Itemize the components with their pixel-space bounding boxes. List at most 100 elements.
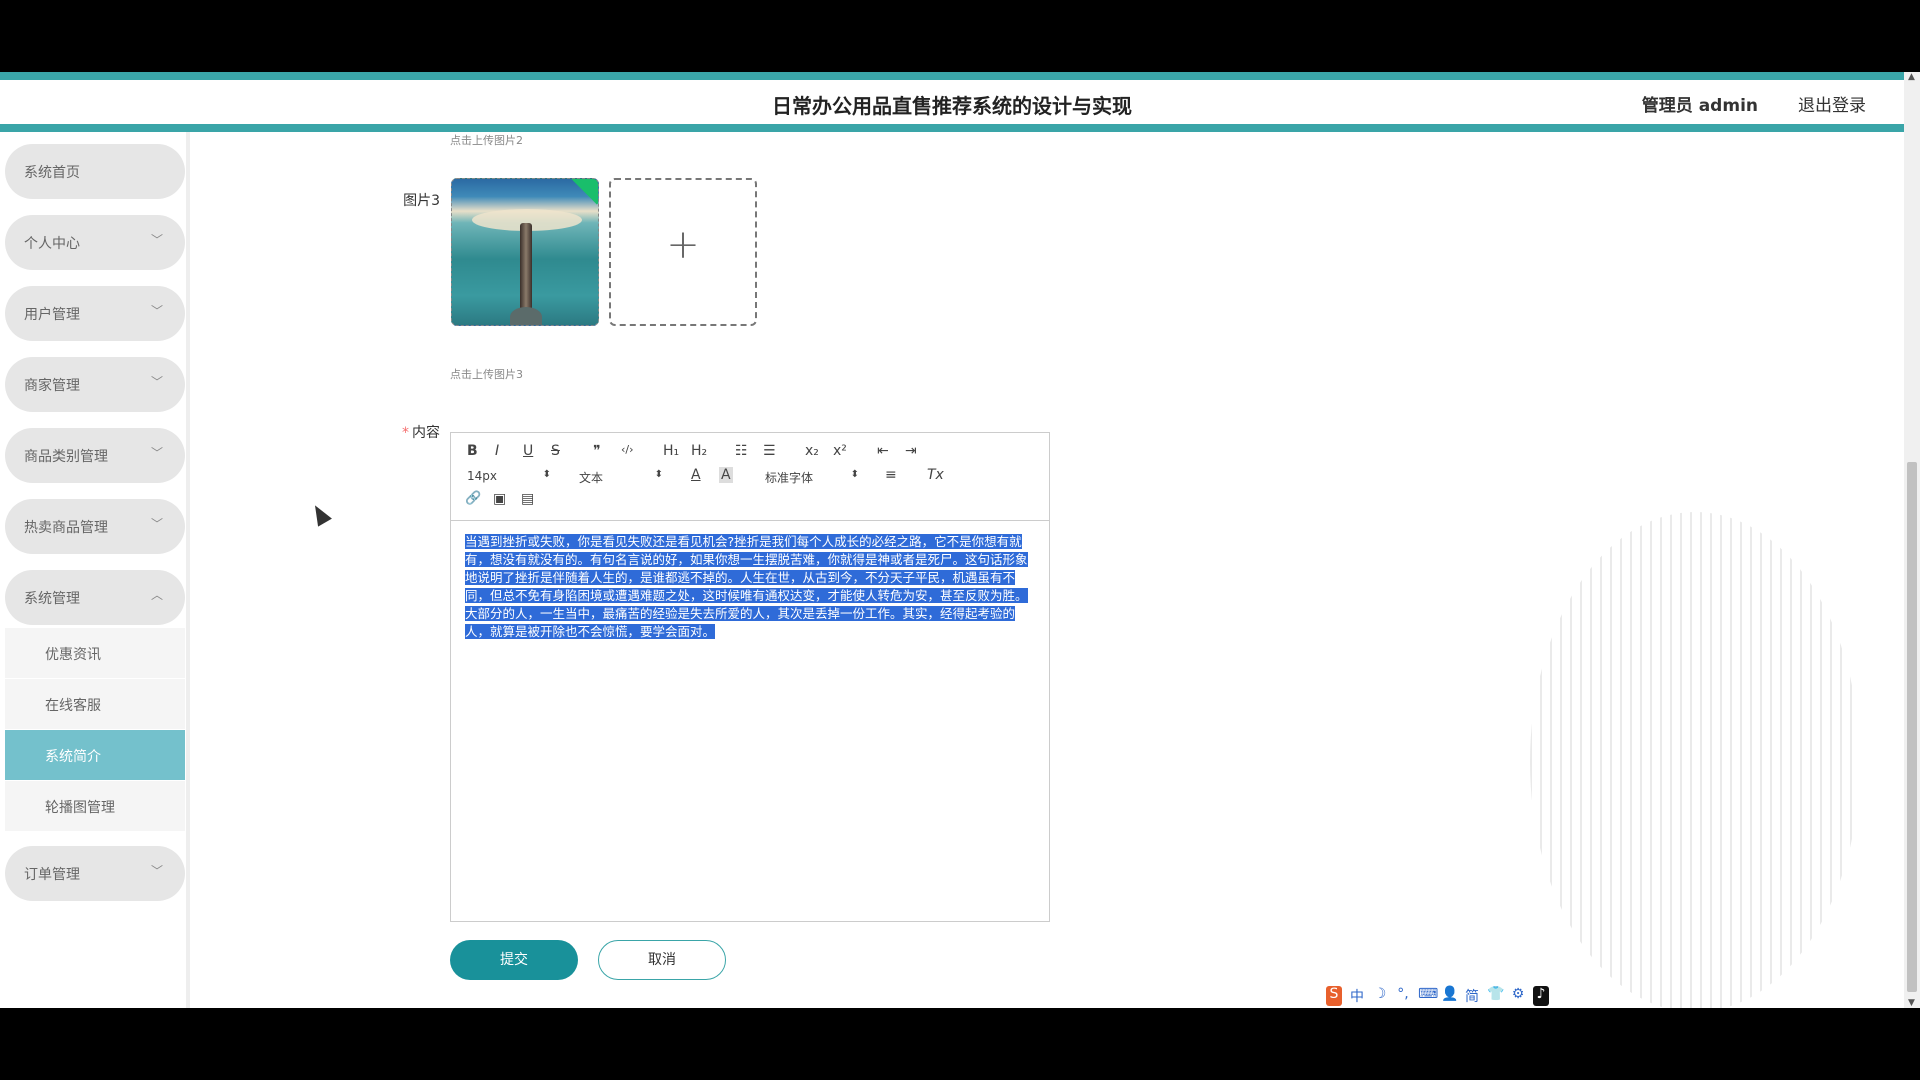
content-label: * 内容 xyxy=(380,422,440,442)
required-mark: * xyxy=(402,425,409,441)
italic-button[interactable]: I xyxy=(495,443,499,459)
app-screen: 日常办公用品直售推荐系统的设计与实现 管理员 admin 退出登录 系统首页 个… xyxy=(0,72,1920,1008)
chevron-down-icon: ﹀ xyxy=(150,375,163,389)
chevron-down-icon: ﹀ xyxy=(150,446,163,460)
decorative-striped-circle xyxy=(1530,512,1860,1008)
sidebar-item-label: 系统管理 xyxy=(24,591,80,607)
chevron-down-icon: ﹀ xyxy=(150,517,163,531)
uploaded-image-thumbnail[interactable] xyxy=(451,178,599,326)
cancel-button[interactable]: 取消 xyxy=(598,940,726,980)
ime-settings-icon[interactable]: ⚙ xyxy=(1510,986,1526,1006)
ime-tiktok-icon[interactable]: ♪ xyxy=(1533,986,1549,1006)
submenu-item-label: 轮播图管理 xyxy=(45,800,115,816)
ime-user-icon[interactable]: 👤 xyxy=(1441,986,1458,1006)
chevron-up-icon: ︿ xyxy=(150,588,163,602)
submenu-item-label: 在线客服 xyxy=(45,698,101,714)
clear-format-icon[interactable]: Tx xyxy=(927,467,944,483)
header-value: 文本 xyxy=(579,471,604,485)
sidebar-item-category-management[interactable]: 商品类别管理 ﹀ xyxy=(5,428,185,483)
select-arrow-icon: ⬍ xyxy=(654,469,663,480)
submenu-item-system-intro[interactable]: 系统简介 xyxy=(5,730,185,780)
ime-logo-icon[interactable]: S xyxy=(1326,986,1342,1006)
sidebar: 系统首页 个人中心 ﹀ 用户管理 ﹀ 商家管理 ﹀ 商品类别管理 ﹀ 热卖商品管… xyxy=(0,132,190,1008)
bold-button[interactable]: B xyxy=(467,443,478,459)
ordered-list-icon[interactable]: ☷ xyxy=(735,443,748,459)
plus-icon: + xyxy=(666,222,700,268)
sidebar-item-label: 用户管理 xyxy=(24,307,80,323)
sidebar-item-merchant-management[interactable]: 商家管理 ﹀ xyxy=(5,357,185,412)
editor-content-area[interactable]: 当遇到挫折或失败，你是看见失败还是看见机会?挫折是我们每个人成长的必经之路，它不… xyxy=(465,533,1037,641)
chevron-down-icon: ﹀ xyxy=(150,864,163,878)
admin-user-label: 管理员 admin xyxy=(1641,96,1758,116)
image-icon[interactable]: ▣ xyxy=(493,491,506,507)
mouse-cursor-icon xyxy=(308,501,332,527)
scrollbar-thumb[interactable] xyxy=(1907,462,1917,992)
select-arrow-icon: ⬍ xyxy=(850,469,859,480)
sidebar-item-system-management[interactable]: 系统管理 ︿ xyxy=(5,570,185,625)
background-color-icon[interactable]: A xyxy=(719,467,733,483)
outdent-icon[interactable]: ⇤ xyxy=(877,443,889,459)
submenu-item-online-service[interactable]: 在线客服 xyxy=(5,679,185,729)
ime-keyboard-icon[interactable]: ⌨ xyxy=(1418,986,1438,1006)
bullet-list-icon[interactable]: ☰ xyxy=(763,443,776,459)
sidebar-item-label: 商品类别管理 xyxy=(24,449,108,465)
link-icon[interactable]: 🔗 xyxy=(465,491,481,506)
submenu-item-carousel[interactable]: 轮播图管理 xyxy=(5,781,185,831)
editor-toolbar: B I U S ❞ ‹/› H₁ H₂ ☷ ☰ x₂ x² ⇤ ⇥ 14px ⬍ … xyxy=(451,433,1049,521)
top-header: 日常办公用品直售推荐系统的设计与实现 管理员 admin 退出登录 xyxy=(0,72,1904,132)
align-icon[interactable]: ≡ xyxy=(885,467,897,483)
image3-upload-button[interactable]: + xyxy=(609,178,757,326)
header-select[interactable]: 文本 ⬍ xyxy=(579,469,663,486)
submenu-item-label: 系统简介 xyxy=(45,749,101,765)
sidebar-item-label: 个人中心 xyxy=(24,236,80,252)
ime-chinese-mode[interactable]: 中 xyxy=(1349,986,1365,1006)
selected-content-text: 当遇到挫折或失败，你是看见失败还是看见机会?挫折是我们每个人成长的必经之路，它不… xyxy=(465,534,1028,639)
upload-success-icon xyxy=(568,179,598,205)
indent-icon[interactable]: ⇥ xyxy=(905,443,917,459)
code-icon[interactable]: ‹/› xyxy=(621,443,634,456)
font-size-select[interactable]: 14px ⬍ xyxy=(467,469,551,483)
content-label-text: 内容 xyxy=(412,425,440,441)
video-icon[interactable]: ▤ xyxy=(521,491,534,507)
font-family-value: 标准字体 xyxy=(765,471,814,485)
ime-simplified-mode[interactable]: 简 xyxy=(1464,986,1480,1006)
page-scrollbar[interactable]: ▲ ▼ xyxy=(1904,72,1920,1008)
sidebar-item-label: 订单管理 xyxy=(24,867,80,883)
scroll-up-icon[interactable]: ▲ xyxy=(1908,72,1915,82)
ime-toolbar: S 中 ☽ °, ⌨ 👤 简 👕 ⚙ ♪ xyxy=(1326,986,1549,1006)
select-arrow-icon: ⬍ xyxy=(542,469,551,480)
sidebar-item-order-management[interactable]: 订单管理 ﹀ xyxy=(5,846,185,901)
font-family-select[interactable]: 标准字体 ⬍ xyxy=(765,469,859,486)
upload-hint-image3: 点击上传图片3 xyxy=(450,368,523,381)
h2-button[interactable]: H₂ xyxy=(691,443,707,459)
underline-button[interactable]: U xyxy=(523,443,533,459)
ime-moon-icon[interactable]: ☽ xyxy=(1372,986,1388,1006)
font-size-value: 14px xyxy=(467,469,497,483)
text-color-icon[interactable]: A xyxy=(691,467,701,483)
chevron-down-icon: ﹀ xyxy=(150,233,163,247)
sidebar-item-user-management[interactable]: 用户管理 ﹀ xyxy=(5,286,185,341)
image3-label: 图片3 xyxy=(403,193,440,209)
chevron-down-icon: ﹀ xyxy=(150,304,163,318)
app-title: 日常办公用品直售推荐系统的设计与实现 xyxy=(772,94,1132,118)
submenu-item-discount-news[interactable]: 优惠资讯 xyxy=(5,628,185,678)
subscript-button[interactable]: x₂ xyxy=(805,443,819,459)
submit-button[interactable]: 提交 xyxy=(450,940,578,980)
submenu-item-label: 优惠资讯 xyxy=(45,647,101,663)
strike-button[interactable]: S xyxy=(551,443,560,459)
ime-skin-icon[interactable]: 👕 xyxy=(1487,986,1504,1006)
quote-icon[interactable]: ❞ xyxy=(593,443,601,459)
sidebar-item-hot-products[interactable]: 热卖商品管理 ﹀ xyxy=(5,499,185,554)
h1-button[interactable]: H₁ xyxy=(663,443,679,459)
sidebar-item-label: 商家管理 xyxy=(24,378,80,394)
sidebar-item-label: 系统首页 xyxy=(24,165,80,181)
upload-hint-image2: 点击上传图片2 xyxy=(450,134,523,147)
rich-text-editor: B I U S ❞ ‹/› H₁ H₂ ☷ ☰ x₂ x² ⇤ ⇥ 14px ⬍ … xyxy=(450,432,1050,922)
sidebar-item-label: 热卖商品管理 xyxy=(24,520,108,536)
scroll-down-icon[interactable]: ▼ xyxy=(1908,998,1915,1008)
ime-punctuation-icon[interactable]: °, xyxy=(1395,986,1411,1006)
logout-link[interactable]: 退出登录 xyxy=(1798,91,1866,116)
sidebar-item-personal-center[interactable]: 个人中心 ﹀ xyxy=(5,215,185,270)
sidebar-item-home[interactable]: 系统首页 xyxy=(5,144,185,199)
superscript-button[interactable]: x² xyxy=(833,443,847,459)
